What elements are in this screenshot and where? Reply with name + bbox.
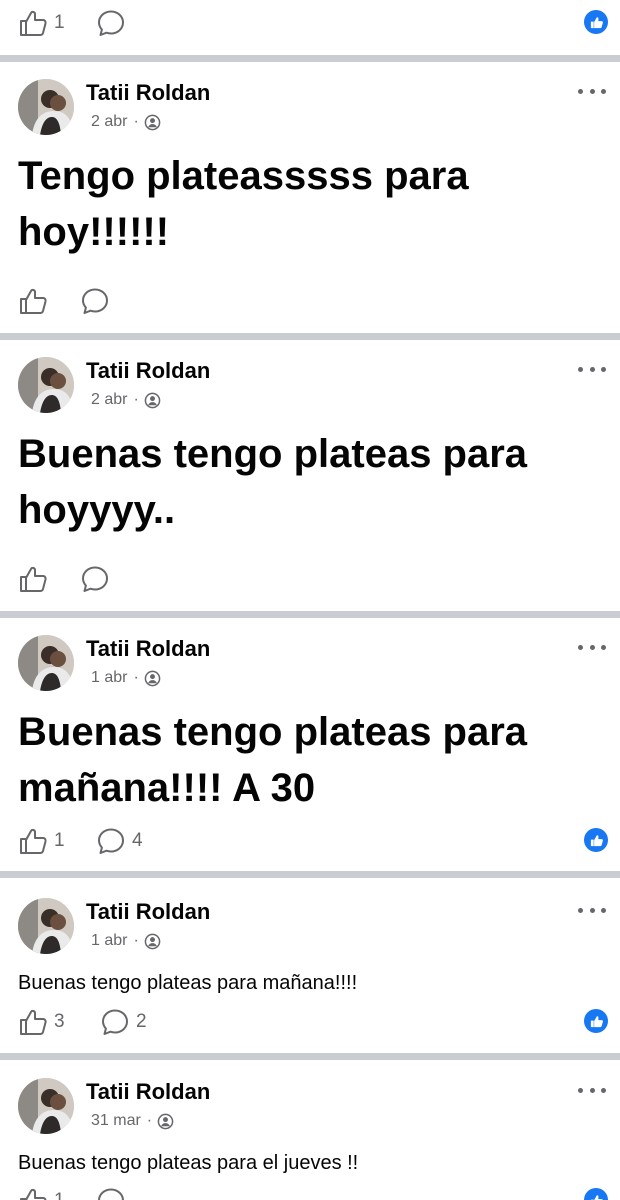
post-card: Tatii Roldan 2 abr · Buenas tengo platea… — [0, 340, 620, 611]
like-count: 1 — [54, 1190, 65, 1200]
thumbs-up-icon — [20, 288, 47, 314]
avatar[interactable] — [18, 357, 74, 413]
more-options-icon[interactable] — [576, 1078, 608, 1102]
avatar[interactable] — [18, 635, 74, 691]
more-options-icon[interactable] — [576, 357, 608, 381]
author-name[interactable]: Tatii Roldan — [86, 358, 210, 384]
friends-privacy-icon — [144, 933, 161, 949]
like-count: 1 — [54, 830, 65, 851]
meta-dot: · — [133, 932, 139, 949]
post-date[interactable]: 2 abr — [91, 391, 127, 409]
author-name[interactable]: Tatii Roldan — [86, 1079, 210, 1105]
post-header: Tatii Roldan 31 mar · — [18, 1078, 608, 1138]
post-card: Tatii Roldan 31 mar · Buenas tengo plate… — [0, 1060, 620, 1200]
comment-button[interactable]: 4 — [96, 824, 143, 858]
meta-dot: · — [133, 391, 139, 408]
like-reaction-icon — [584, 828, 608, 852]
comment-bubble-icon — [98, 828, 124, 854]
friends-privacy-icon — [144, 670, 161, 686]
like-count: 3 — [54, 1011, 65, 1032]
meta-dot: · — [133, 113, 139, 130]
author-name[interactable]: Tatii Roldan — [86, 636, 210, 662]
post-actions: 1 — [18, 6, 608, 40]
comment-bubble-icon — [82, 288, 108, 314]
author-name[interactable]: Tatii Roldan — [86, 80, 210, 106]
post-actions — [18, 562, 608, 596]
thumbs-up-icon — [20, 1009, 47, 1035]
post-date[interactable]: 1 abr — [91, 932, 127, 950]
friends-privacy-icon — [157, 1113, 174, 1129]
post-header: Tatii Roldan 1 abr · — [18, 635, 608, 695]
avatar[interactable] — [18, 79, 74, 135]
like-count: 1 — [54, 12, 65, 33]
comment-bubble-icon — [98, 10, 124, 36]
comment-button[interactable] — [96, 6, 126, 40]
post-text: Buenas tengo plateas para mañana!!!! — [18, 972, 358, 994]
like-button[interactable] — [18, 562, 48, 596]
post-text: Buenas tengo plateas para hoyyyy.. — [18, 432, 528, 532]
post-header: Tatii Roldan 1 abr · — [18, 898, 608, 958]
post-actions: 3 2 — [18, 1005, 608, 1039]
like-button[interactable] — [18, 284, 48, 318]
like-reaction-icon — [584, 10, 608, 34]
post-text: Buenas tengo plateas para el jueves !! — [18, 1152, 359, 1174]
comment-button[interactable] — [80, 284, 110, 318]
comment-count: 4 — [132, 830, 143, 851]
like-button[interactable]: 3 — [18, 1005, 65, 1039]
post-card: Tatii Roldan 1 abr · Buenas tengo platea… — [0, 618, 620, 871]
post-date[interactable]: 1 abr — [91, 669, 127, 687]
meta-dot: · — [133, 669, 139, 686]
post-card-partial: 1 — [0, 0, 620, 55]
post-meta: 1 abr · — [91, 669, 161, 687]
thumbs-up-icon — [20, 1188, 47, 1200]
more-options-icon[interactable] — [576, 898, 608, 922]
like-button[interactable]: 1 — [18, 824, 65, 858]
meta-dot: · — [146, 1112, 153, 1129]
comment-button[interactable]: 2 — [100, 1005, 147, 1039]
separator — [0, 1053, 620, 1060]
post-card: Tatii Roldan 2 abr · Tengo plateasssss p… — [0, 62, 620, 333]
friends-privacy-icon — [144, 392, 161, 408]
comment-bubble-icon — [82, 566, 108, 592]
thumbs-up-icon — [20, 10, 47, 36]
like-reaction-icon — [584, 1188, 608, 1200]
thumbs-up-icon — [20, 566, 47, 592]
avatar[interactable] — [18, 898, 74, 954]
post-text: Tengo plateasssss para hoy!!!!!! — [18, 154, 469, 254]
post-header: Tatii Roldan 2 abr · — [18, 79, 608, 139]
post-header: Tatii Roldan 2 abr · — [18, 357, 608, 417]
like-button[interactable]: 1 — [18, 1184, 65, 1200]
separator — [0, 611, 620, 618]
comment-bubble-icon — [98, 1188, 124, 1200]
post-text: Buenas tengo plateas para mañana!!!! A 3… — [18, 710, 528, 810]
post-meta: 2 abr · — [91, 113, 161, 131]
friends-privacy-icon — [144, 114, 161, 130]
post-date[interactable]: 2 abr — [91, 113, 127, 131]
comment-count: 2 — [136, 1011, 147, 1032]
separator — [0, 333, 620, 340]
author-name[interactable]: Tatii Roldan — [86, 899, 210, 925]
post-actions: 1 — [18, 1184, 608, 1200]
comment-button[interactable] — [80, 562, 110, 596]
more-options-icon[interactable] — [576, 635, 608, 659]
feed: 1 Tatii Roldan 2 abr · Tengo plateasssss — [0, 0, 620, 1200]
thumbs-up-icon — [20, 828, 47, 854]
separator — [0, 871, 620, 878]
comment-button[interactable] — [96, 1184, 126, 1200]
like-reaction-icon — [584, 1009, 608, 1033]
separator — [0, 55, 620, 62]
post-meta: 1 abr · — [91, 932, 161, 950]
post-actions: 1 4 — [18, 824, 608, 858]
post-date[interactable]: 31 mar — [91, 1112, 141, 1130]
like-button[interactable]: 1 — [18, 6, 65, 40]
post-meta: 31 mar · — [91, 1112, 174, 1130]
post-actions — [18, 284, 608, 318]
avatar[interactable] — [18, 1078, 74, 1134]
post-meta: 2 abr · — [91, 391, 161, 409]
more-options-icon[interactable] — [576, 79, 608, 103]
post-card: Tatii Roldan 1 abr · Buenas tengo platea… — [0, 878, 620, 1053]
comment-bubble-icon — [102, 1009, 128, 1035]
